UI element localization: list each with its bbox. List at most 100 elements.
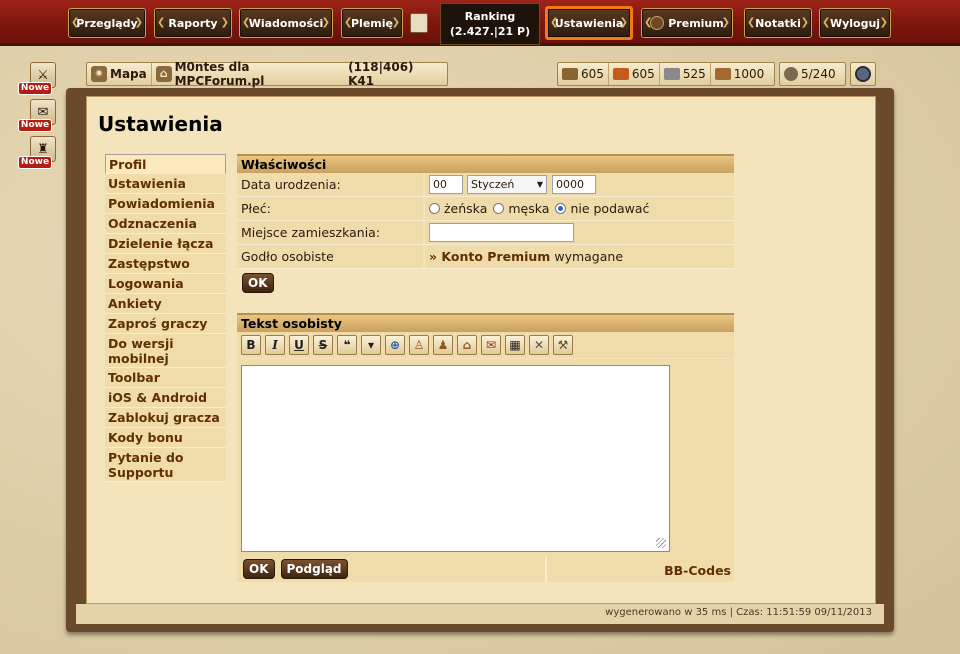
nav-reports-label: Raporty: [168, 16, 218, 30]
menu-item-settings[interactable]: Ustawienia: [105, 174, 226, 194]
new-message-notice[interactable]: ✉ Nowe: [18, 99, 56, 132]
menu-item-profile[interactable]: Profil: [105, 154, 226, 174]
population-bar[interactable]: 5/240: [779, 62, 846, 86]
premium-account-link[interactable]: » Konto Premium: [429, 249, 550, 264]
ranking-label: Ranking: [464, 10, 516, 23]
menu-item-mobile-version[interactable]: Do wersji mobilnej: [105, 334, 226, 368]
bbcode-toolbar: B I U S ❝ ▾ ⊕ ♙ ♟ ⌂ ✉ ▦ ✕ ⚒: [237, 332, 734, 358]
resize-grip-icon[interactable]: [656, 538, 666, 548]
birthdate-label: Data urodzenia:: [237, 173, 423, 196]
dropdown-arrow-icon: ▼: [536, 180, 543, 189]
nav-premium-label: Premium: [668, 16, 724, 30]
preview-button[interactable]: Podgląd: [280, 559, 348, 579]
properties-ok-button[interactable]: OK: [242, 273, 274, 293]
birth-day-input[interactable]: 00: [429, 175, 463, 194]
chevron-right-icon: ❯: [321, 17, 330, 28]
birth-year-input[interactable]: 0000: [552, 175, 596, 194]
nav-logout-button[interactable]: ❮ Wyloguj ❯: [819, 8, 891, 38]
menu-item-connection-sharing[interactable]: Dzielenie łącza: [105, 234, 226, 254]
url-icon[interactable]: ⊕: [385, 335, 405, 355]
menu-item-logins[interactable]: Logowania: [105, 274, 226, 294]
chevron-left-icon: ❮: [71, 17, 80, 28]
map-label: Mapa: [110, 67, 147, 81]
nav-messages-label: Wiadomości: [248, 16, 324, 30]
personal-text-header: Tekst osobisty: [237, 313, 734, 332]
menu-item-bonus-codes[interactable]: Kody bonu: [105, 428, 226, 448]
strikethrough-icon[interactable]: S: [313, 335, 333, 355]
gender-male-radio[interactable]: męska: [493, 201, 549, 216]
tribe-icon[interactable]: ♟: [433, 335, 453, 355]
nav-reports-button[interactable]: ❮ Raporty ❯: [154, 8, 232, 38]
italic-icon[interactable]: I: [265, 335, 285, 355]
residence-label: Miejsce zamieszkania:: [237, 221, 423, 244]
units-icon[interactable]: ✕: [529, 335, 549, 355]
storage-value: 1000: [733, 67, 765, 81]
map-link[interactable]: ✷ Mapa: [87, 63, 151, 85]
iron-value: 525: [682, 67, 706, 81]
clay-value: 605: [631, 67, 655, 81]
menu-item-account-sitting[interactable]: Zastępstwo: [105, 254, 226, 274]
menu-item-awards[interactable]: Odznaczenia: [105, 214, 226, 234]
personal-text-ok-button[interactable]: OK: [243, 559, 275, 579]
menu-item-support-question[interactable]: Pytanie do Supportu: [105, 448, 226, 482]
gender-unspecified-radio[interactable]: nie podawać: [555, 201, 649, 216]
population-value: 5/240: [801, 67, 836, 81]
chevron-left-icon: ❮: [157, 17, 166, 28]
new-badge: Nowe: [18, 156, 52, 169]
village-icon: ⌂: [155, 66, 172, 82]
clay-resource[interactable]: 605: [607, 63, 659, 85]
ranking-box[interactable]: Ranking (2.427.|21 P): [440, 3, 540, 45]
chevron-right-icon: ❯: [800, 17, 809, 28]
menu-item-ios-android[interactable]: iOS & Android: [105, 388, 226, 408]
bold-icon[interactable]: B: [241, 335, 261, 355]
helmet-button[interactable]: [850, 62, 876, 86]
birth-month-select[interactable]: Styczeń ▼: [467, 175, 547, 194]
ranking-value: (2.427.|21 P): [449, 25, 531, 38]
nav-messages-button[interactable]: ❮ Wiadomości ❯: [239, 8, 333, 38]
bbcodes-link[interactable]: BB-Codes: [664, 563, 731, 578]
wood-resource[interactable]: 605: [558, 63, 608, 85]
storage-resource[interactable]: 1000: [709, 63, 769, 85]
chevron-left-icon: ❮: [747, 17, 756, 28]
chevron-left-icon: ❮: [242, 17, 251, 28]
residence-input[interactable]: [429, 223, 574, 242]
quote-icon[interactable]: ❝: [337, 335, 357, 355]
menu-item-block-player[interactable]: Zablokuj gracza: [105, 408, 226, 428]
nav-tribe-button[interactable]: ❮ Plemię ❯: [341, 8, 403, 38]
chevron-right-icon: ❯: [721, 17, 730, 28]
new-badge: Nowe: [18, 119, 52, 132]
iron-resource[interactable]: 525: [658, 63, 710, 85]
nav-tribe-label: Plemię: [351, 16, 393, 30]
village-name: M0ntes dla MPCForum.pl: [174, 60, 265, 88]
new-forum-notice[interactable]: ♜ Nowe: [18, 136, 56, 169]
radio-selected-icon: [555, 203, 567, 214]
nav-settings-button[interactable]: ❮ Ustawienia ❯: [545, 6, 633, 40]
spoiler-icon[interactable]: ▾: [361, 335, 381, 355]
radio-icon: [429, 203, 440, 214]
underline-icon[interactable]: U: [289, 335, 309, 355]
building-icon[interactable]: ⚒: [553, 335, 573, 355]
chevron-right-icon: ❯: [220, 17, 229, 28]
menu-item-polls[interactable]: Ankiety: [105, 294, 226, 314]
nav-notes-button[interactable]: ❮ Notatki ❯: [744, 8, 812, 38]
settings-side-menu: Profil Ustawienia Powiadomienia Odznacze…: [105, 154, 226, 482]
gender-female-radio[interactable]: żeńska: [429, 201, 487, 216]
player-icon[interactable]: ♙: [409, 335, 429, 355]
village-icon[interactable]: ⌂: [457, 335, 477, 355]
menu-item-toolbar[interactable]: Toolbar: [105, 368, 226, 388]
new-badge: Nowe: [18, 82, 52, 95]
gender-male-label: męska: [508, 201, 550, 216]
report-icon[interactable]: ✉: [481, 335, 501, 355]
table-icon[interactable]: ▦: [505, 335, 525, 355]
nav-overviews-button[interactable]: ❮ Przeglądy ❯: [68, 8, 146, 38]
personal-text-textarea[interactable]: [241, 365, 670, 552]
menu-item-invite-players[interactable]: Zaproś graczy: [105, 314, 226, 334]
gender-female-label: żeńska: [444, 201, 488, 216]
chevron-left-icon: ❮: [644, 17, 653, 28]
village-link[interactable]: ⌂ M0ntes dla MPCForum.pl (118|406) K41: [150, 60, 447, 88]
nav-premium-button[interactable]: ❮ Premium ❯: [641, 8, 733, 38]
new-report-notice[interactable]: ⚔ Nowe: [18, 62, 56, 95]
forum-scroll-icon[interactable]: [410, 13, 428, 33]
menu-item-notifications[interactable]: Powiadomienia: [105, 194, 226, 214]
clay-icon: [612, 68, 629, 80]
